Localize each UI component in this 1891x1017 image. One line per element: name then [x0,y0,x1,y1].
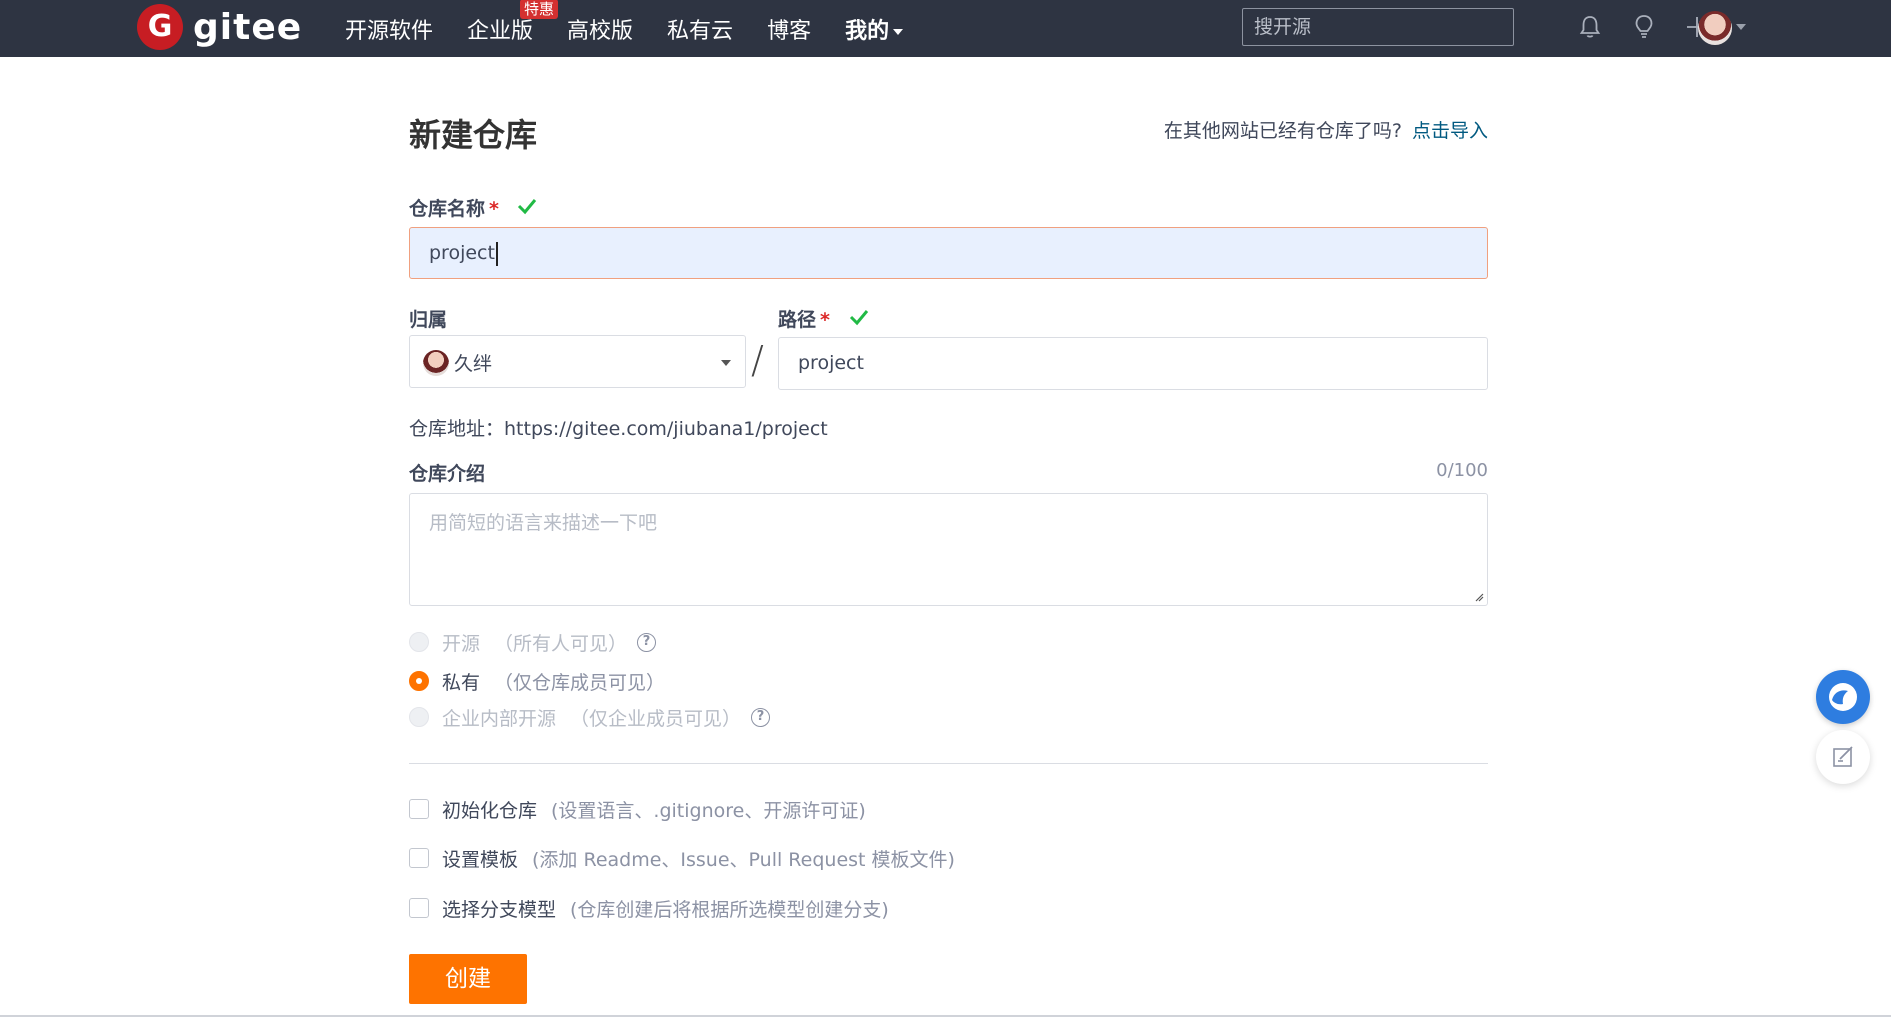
path-separator: / [751,338,764,382]
required-mark: * [820,309,830,331]
feedback-float-button[interactable] [1816,730,1870,784]
intro-textarea[interactable]: 用简短的语言来描述一下吧 [409,493,1488,606]
import-link[interactable]: 点击导入 [1412,120,1488,142]
repo-url: 仓库地址：https://gitee.com/jiubana1/project [409,418,828,440]
option-label: 设置模板 [442,848,519,871]
owner-label: 归属 [409,309,448,331]
nav-item-private-cloud[interactable]: 私有云 [667,13,733,45]
option-init-repo[interactable]: 初始化仓库 (设置语言、.gitignore、开源许可证) [409,796,866,822]
visibility-label: 开源 [442,632,481,655]
visibility-label: 私有 [442,671,481,694]
path-label-text: 路径 [778,309,817,331]
intro-counter: 0/100 [1436,460,1488,481]
owner-avatar [423,350,449,376]
import-prompt: 在其他网站已经有仓库了吗? 点击导入 [1164,116,1488,143]
repo-name-label: 仓库名称 * [409,194,499,221]
repo-name-input[interactable]: project [409,227,1488,279]
checkbox[interactable] [409,799,429,819]
valid-check-icon [517,199,537,215]
visibility-hint: （仅仓库成员可见） [494,671,666,694]
owner-select[interactable]: 久绊 [409,335,746,388]
nav-item-blog[interactable]: 博客 [767,13,811,45]
lightbulb-icon[interactable] [1630,13,1658,41]
path-label: 路径 * [778,305,830,332]
required-mark: * [489,198,499,220]
option-template[interactable]: 设置模板 (添加 Readme、Issue、Pull Request 模板文件) [409,845,955,871]
user-avatar[interactable] [1698,11,1732,45]
nav-item-open-source[interactable]: 开源软件 [345,13,433,45]
logo-text: gitee [193,6,303,48]
main-nav: 开源软件 企业版 特惠 高校版 私有云 博客 我的 [345,0,937,57]
option-hint: (设置语言、.gitignore、开源许可证) [551,799,866,822]
search-input[interactable] [1242,8,1514,46]
nav-item-mine[interactable]: 我的 [845,13,904,45]
chevron-down-icon [893,28,904,35]
intro-label: 仓库介绍 [409,463,486,485]
checkbox[interactable] [409,898,429,918]
radio-button[interactable] [409,707,429,727]
checkbox[interactable] [409,848,429,868]
visibility-private[interactable]: 私有 （仅仓库成员可见） [409,668,665,694]
bell-icon[interactable] [1576,13,1604,41]
nav-item-enterprise-label: 企业版 [467,18,534,44]
radio-button-selected[interactable] [409,671,429,691]
nav-item-mine-label: 我的 [845,18,890,44]
top-navbar: G gitee 开源软件 企业版 特惠 高校版 私有云 博客 我的 [0,0,1891,57]
gitee-logo-icon: G [137,4,183,50]
create-button[interactable]: 创建 [409,954,527,1004]
nav-item-enterprise[interactable]: 企业版 特惠 [467,0,559,45]
resize-handle-icon[interactable] [1474,592,1484,602]
import-prompt-text: 在其他网站已经有仓库了吗? [1163,120,1402,142]
chat-icon [1829,683,1857,711]
repo-name-label-text: 仓库名称 [409,198,486,220]
option-label: 选择分支模型 [442,898,557,921]
chevron-down-icon[interactable] [1736,24,1746,30]
valid-check-icon [849,310,869,326]
visibility-label: 企业内部开源 [442,707,557,730]
option-hint: (添加 Readme、Issue、Pull Request 模板文件) [532,848,955,871]
page-title: 新建仓库 [409,116,538,154]
visibility-hint: （所有人可见） [494,632,628,655]
chat-float-button[interactable] [1816,670,1870,724]
chevron-down-icon [721,360,731,366]
visibility-open-source[interactable]: 开源 （所有人可见） ? [409,629,657,655]
help-icon[interactable]: ? [637,632,657,652]
nav-item-education[interactable]: 高校版 [567,13,633,45]
text-cursor [495,241,498,266]
intro-placeholder: 用简短的语言来描述一下吧 [429,512,658,534]
option-branch-model[interactable]: 选择分支模型 (仓库创建后将根据所选模型创建分支) [409,895,889,921]
help-icon[interactable]: ? [751,707,771,727]
section-divider [409,763,1488,764]
gitee-logo[interactable]: G gitee [137,4,302,50]
visibility-enterprise[interactable]: 企业内部开源 （仅企业成员可见） ? [409,704,771,730]
visibility-hint: （仅企业成员可见） [570,707,742,730]
promo-badge: 特惠 [520,0,559,19]
repo-name-value: project [429,242,495,264]
owner-name: 久绊 [454,353,493,375]
edit-icon [1833,746,1853,767]
path-input[interactable]: project [778,337,1488,390]
option-hint: (仓库创建后将根据所选模型创建分支) [570,898,889,921]
option-label: 初始化仓库 [442,799,538,822]
radio-button[interactable] [409,632,429,652]
